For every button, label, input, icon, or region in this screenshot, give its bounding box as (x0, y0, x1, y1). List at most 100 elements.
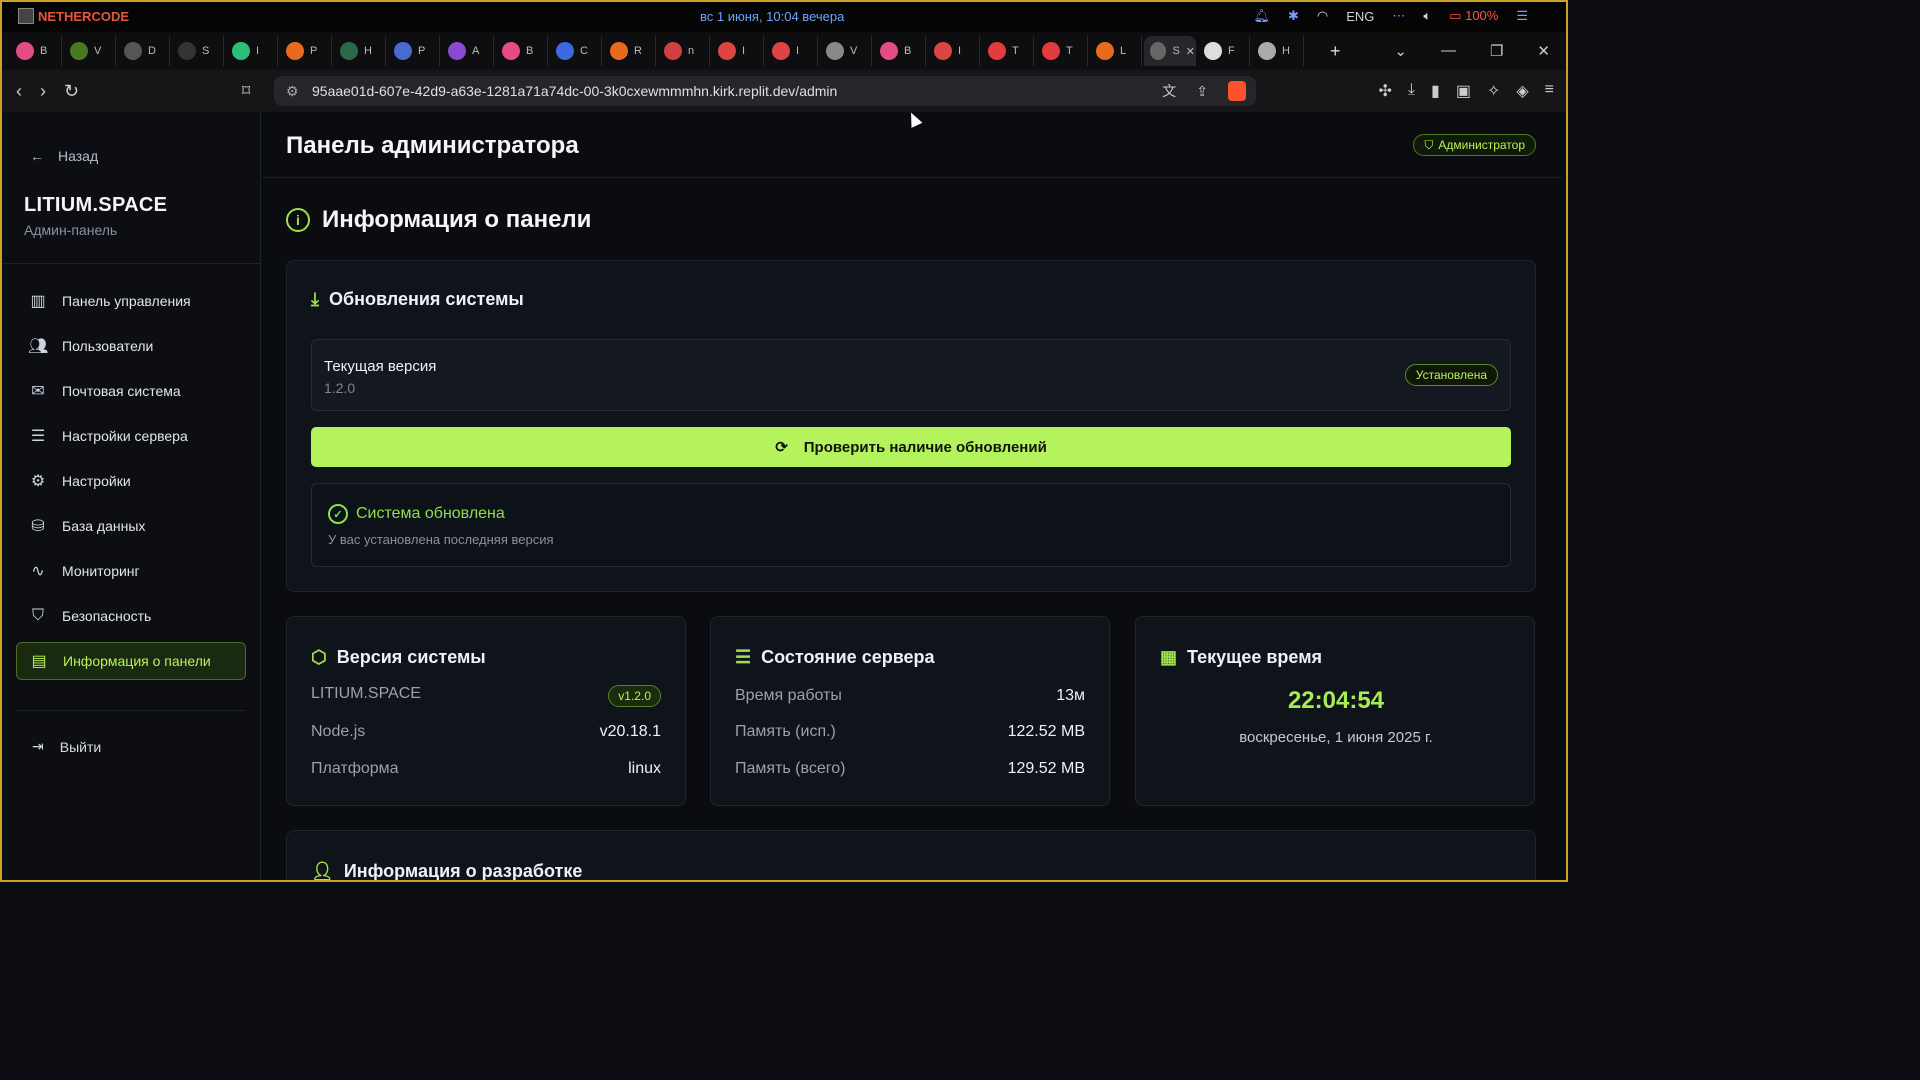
check-circle-icon: ✓ (328, 504, 348, 524)
browser-tab[interactable]: B (874, 36, 926, 66)
browser-tab[interactable]: I (928, 36, 980, 66)
browser-tab[interactable]: I (712, 36, 764, 66)
reload-icon[interactable]: ↻ (64, 81, 79, 102)
sidebar-item-monitoring[interactable]: ∿ Мониторинг (16, 548, 246, 593)
tab-label: I (958, 45, 962, 57)
app-name: NETHERCODE (38, 8, 130, 24)
browser-tab[interactable]: T (982, 36, 1034, 66)
more-icon[interactable]: ⋯ (1392, 8, 1405, 24)
row-value: 129.52 MB (1007, 760, 1085, 777)
tab-favicon-icon (934, 42, 952, 60)
restore-icon[interactable]: ❐ (1490, 42, 1503, 60)
server-icon: ☰ (735, 647, 752, 667)
browser-tab[interactable]: P (388, 36, 440, 66)
users-icon: 👥︎ (28, 337, 49, 355)
browser-tab[interactable]: I (766, 36, 818, 66)
sidebar-item-server-settings[interactable]: ☰ Настройки сервера (16, 413, 246, 458)
page-title: Панель администратора (286, 132, 579, 159)
vpn-icon[interactable]: ◈ (1516, 81, 1528, 101)
wifi-icon[interactable]: ◠ (1317, 8, 1328, 24)
share-icon[interactable]: ⇪ (1196, 83, 1208, 100)
row-value: 13м (1056, 687, 1085, 704)
tab-favicon-icon (178, 42, 196, 60)
sidebar-item-panel-info[interactable]: ▤ Информация о панели (16, 642, 246, 680)
browser-tab[interactable]: A (442, 36, 494, 66)
browser-tab[interactable]: B (496, 36, 548, 66)
sidebar-item-users[interactable]: 👥︎ Пользователи (16, 323, 246, 368)
bookmark-icon[interactable]: ⌑ (242, 81, 250, 101)
browser-tab[interactable]: P (280, 36, 332, 66)
browser-tab[interactable]: V (820, 36, 872, 66)
browser-tab[interactable]: V (64, 36, 116, 66)
logout-label: Выйти (59, 738, 102, 755)
os-logo[interactable]: NETHERCODE (0, 8, 129, 24)
translate-icon[interactable]: 文 (1162, 81, 1176, 101)
status-badge: Установлена (1404, 364, 1498, 386)
back-arrow-icon[interactable]: ‹ (16, 81, 22, 102)
browser-tab[interactable]: S (172, 36, 224, 66)
browser-tab[interactable]: D (118, 36, 170, 66)
bell-icon[interactable]: 🔔︎ (1253, 8, 1270, 24)
server-status-card: ☰ Состояние сервера Время работы 13м Пам… (710, 616, 1110, 806)
role-badge: ⛉ Администратор (1413, 134, 1536, 156)
updates-card-title: Обновления системы (328, 289, 524, 309)
wallet-icon[interactable]: ▣ (1456, 81, 1471, 101)
menu-icon[interactable]: ≡ (1545, 81, 1554, 101)
nav-buttons: ‹ › ↻ (0, 81, 79, 102)
browser-tab[interactable]: F (1198, 36, 1250, 66)
volume-icon[interactable]: 🔈︎ (1423, 8, 1431, 24)
browser-tab[interactable]: C (550, 36, 602, 66)
browser-tab[interactable]: B (10, 36, 62, 66)
browser-tab[interactable]: H (334, 36, 386, 66)
sidebar-item-security[interactable]: ⛉ Безопасность (16, 593, 246, 638)
url-text[interactable]: 95aae01d-607e-42d9-a63e-1281a71a74dc-00-… (312, 83, 837, 99)
browser-tab[interactable]: S ✕ (1144, 36, 1196, 66)
sidebar-item-dashboard[interactable]: ▥ Панель управления (16, 278, 246, 323)
address-bar[interactable]: ⚙︎ 95aae01d-607e-42d9-a63e-1281a71a74dc-… (274, 76, 1256, 106)
close-tab-icon[interactable]: ✕ (1186, 45, 1195, 58)
settings-sliders-icon[interactable]: ☰ (1516, 8, 1528, 24)
close-window-icon[interactable]: ✕ (1537, 42, 1550, 60)
download-icon[interactable]: ⤓ (1408, 81, 1415, 101)
arrow-left-icon: ← (30, 148, 44, 164)
battery-indicator[interactable]: ▭ 100% (1449, 8, 1498, 24)
sidebar-item-label: База данных (62, 517, 146, 534)
tab-search-chevron-icon[interactable]: ⌄ (1394, 42, 1407, 60)
row-key: Память (всего) (735, 760, 846, 777)
tab-favicon-icon (448, 42, 466, 60)
tab-favicon-icon (1150, 42, 1167, 60)
back-link[interactable]: ← Назад (30, 148, 98, 164)
tab-favicon-icon (286, 42, 304, 60)
tab-label: P (310, 45, 318, 57)
version-card-header: ⬡ Версия системы (311, 647, 486, 668)
browser-tab[interactable]: T (1036, 36, 1088, 66)
logout-button[interactable]: ⇥ Выйти (32, 738, 101, 755)
sidebar-item-label: Безопасность (62, 607, 152, 624)
browser-tab[interactable]: I (226, 36, 278, 66)
current-date: воскресенье, 1 июня 2025 г. (1239, 729, 1433, 746)
tab-favicon-icon (988, 42, 1006, 60)
sidebar-item-mail[interactable]: ✉ Почтовая система (16, 368, 246, 413)
update-status-title: ✓ Система обновлена (328, 504, 505, 524)
sidebar-item-settings[interactable]: ⚙︎ Настройки (16, 458, 246, 503)
site-settings-icon[interactable]: ⚙︎ (286, 83, 299, 100)
sidebar-item-database[interactable]: ⛁ База данных (16, 503, 246, 548)
leo-ai-icon[interactable]: ✧ (1487, 81, 1500, 101)
forward-arrow-icon[interactable]: › (40, 81, 46, 102)
extensions-icon[interactable]: ✣ (1379, 81, 1392, 101)
tab-label: T (1012, 45, 1019, 57)
os-clock[interactable]: вс 1 июня, 10:04 вечера (700, 9, 844, 24)
sidebar-toggle-icon[interactable]: ▮ (1431, 81, 1440, 101)
minimize-icon[interactable]: — (1441, 42, 1456, 60)
browser-tab[interactable]: R (604, 36, 656, 66)
tab-label: R (634, 45, 642, 57)
browser-tab[interactable]: H (1252, 36, 1304, 66)
language-indicator[interactable]: ENG (1346, 9, 1374, 24)
check-updates-button[interactable]: ⟳ Проверить наличие обновлений (311, 427, 1511, 467)
server-card-header: ☰ Состояние сервера (735, 647, 935, 668)
browser-tab[interactable]: n (658, 36, 710, 66)
new-tab-icon[interactable]: + (1330, 41, 1341, 62)
browser-tab[interactable]: L (1090, 36, 1142, 66)
bluetooth-icon[interactable]: ✱ (1288, 8, 1299, 24)
brave-shield-icon[interactable] (1228, 81, 1246, 101)
